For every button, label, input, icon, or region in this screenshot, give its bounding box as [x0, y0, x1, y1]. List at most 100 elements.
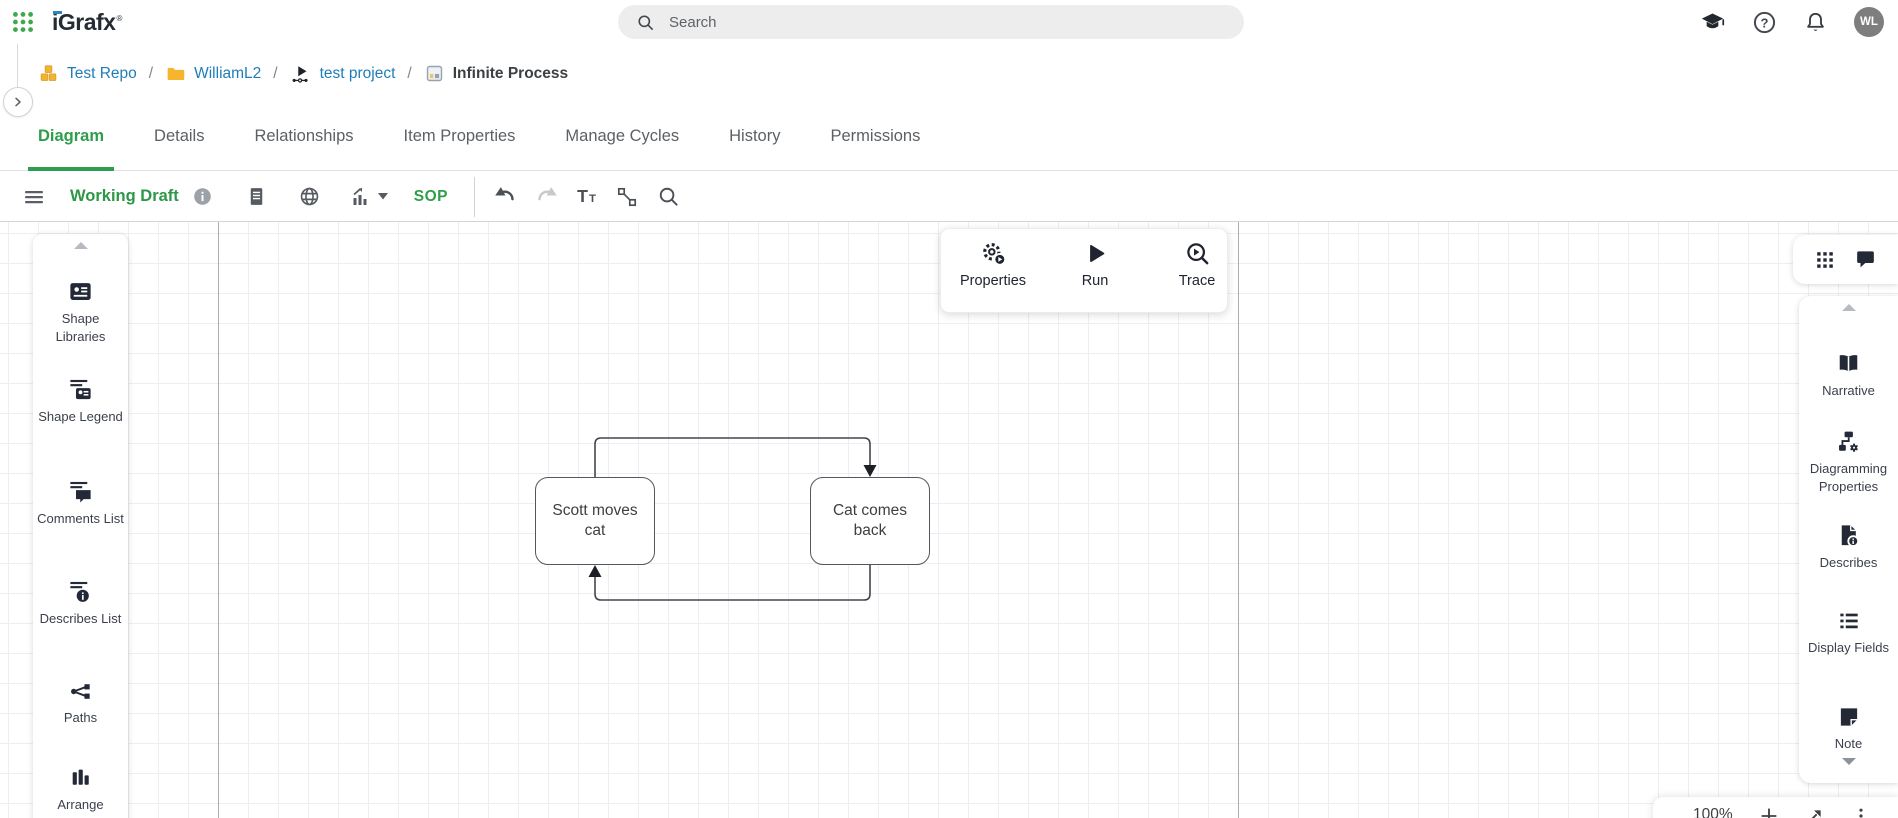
properties-button[interactable]: Properties — [961, 240, 1025, 289]
shape-libraries-button[interactable]: Shape Libraries — [33, 278, 128, 345]
connector-tool-icon[interactable] — [615, 185, 639, 209]
zoom-search-icon[interactable] — [657, 185, 680, 208]
display-fields-button[interactable]: Display Fields — [1799, 608, 1898, 657]
process-icon — [424, 63, 445, 84]
arrange-button[interactable]: Arrange — [33, 766, 128, 814]
tab-permissions[interactable]: Permissions — [830, 103, 920, 171]
search-icon — [636, 13, 655, 32]
arrowhead-into-shape2 — [864, 465, 877, 477]
globe-icon[interactable] — [298, 185, 321, 208]
scroll-up-button[interactable] — [33, 242, 128, 249]
notifications-icon[interactable] — [1803, 10, 1828, 35]
chart-icon[interactable] — [349, 185, 373, 209]
connector-shape2-to-shape1[interactable] — [595, 565, 870, 600]
tab-manage-cycles[interactable]: Manage Cycles — [565, 103, 679, 171]
diagramming-properties-button[interactable]: Diagramming Properties — [1799, 428, 1898, 495]
chat-bubble-icon[interactable] — [1853, 247, 1878, 272]
right-tool-panel: Narrative Diagramming Properties — [1799, 296, 1898, 783]
note-button[interactable]: Note — [1799, 704, 1898, 753]
tab-bar: Diagram Details Relationships Item Prope… — [0, 103, 1898, 171]
triangle-up-icon — [1842, 304, 1856, 311]
svg-text:?: ? — [1761, 15, 1769, 30]
comments-list-button[interactable]: Comments List — [33, 478, 128, 528]
caret-down-icon[interactable] — [378, 193, 388, 200]
trace-icon — [1184, 240, 1211, 267]
diagramming-properties-label: Diagramming Properties — [1799, 460, 1898, 495]
toolbar-divider — [474, 177, 475, 217]
breadcrumb-link-test-repo[interactable]: Test Repo — [67, 65, 137, 83]
redo-icon[interactable] — [534, 184, 559, 209]
user-avatar[interactable]: WL — [1854, 7, 1884, 37]
display-fields-label: Display Fields — [1806, 639, 1891, 657]
display-fields-icon — [1836, 608, 1862, 634]
narrative-button[interactable]: Narrative — [1799, 350, 1898, 400]
igrafx-app: iGrafx® ? WL — [0, 0, 1898, 818]
logo-accent-bar — [53, 11, 62, 15]
narrative-icon — [1835, 350, 1862, 377]
project-icon — [290, 63, 312, 85]
left-tool-panel: Shape Libraries Shape Legend Comments Li… — [33, 234, 128, 818]
tab-diagram[interactable]: Diagram — [38, 103, 104, 171]
shape-cat-comes-back[interactable]: Cat comes back — [810, 477, 930, 565]
more-options-icon[interactable] — [1851, 806, 1871, 818]
registered-mark: ® — [116, 14, 121, 23]
breadcrumb-link-folder[interactable]: WilliamL2 — [194, 65, 261, 83]
svg-text:T: T — [577, 186, 588, 206]
tab-relationships[interactable]: Relationships — [254, 103, 353, 171]
describes-button[interactable]: Describes — [1799, 522, 1898, 572]
arrowhead-into-shape1 — [589, 565, 602, 577]
note-label: Note — [1833, 735, 1864, 753]
describes-list-label: Describes List — [38, 610, 124, 628]
triangle-up-icon — [74, 242, 88, 249]
search-input[interactable] — [667, 13, 1211, 32]
run-label: Run — [1082, 273, 1109, 289]
zoom-control-bar: 100% — [1653, 797, 1898, 818]
sop-button[interactable]: SOP — [414, 188, 448, 206]
zoom-in-icon[interactable] — [1759, 806, 1779, 818]
arrange-icon — [68, 766, 93, 791]
describes-list-button[interactable]: Describes List — [33, 578, 128, 628]
info-icon[interactable] — [192, 186, 213, 207]
global-search[interactable] — [618, 5, 1244, 39]
comments-list-label: Comments List — [35, 510, 126, 528]
expand-nav-panel-button[interactable] — [3, 87, 33, 117]
folder-icon — [165, 63, 186, 84]
help-icon[interactable]: ? — [1752, 10, 1777, 35]
version-selector[interactable]: Working Draft — [70, 187, 179, 206]
trace-label: Trace — [1179, 273, 1216, 289]
waffle-menu-icon[interactable] — [10, 9, 36, 35]
shape-scott-moves-cat[interactable]: Scott moves cat — [535, 477, 655, 565]
scroll-down-button[interactable] — [1799, 758, 1898, 765]
zoom-level[interactable]: 100% — [1693, 806, 1733, 818]
document-icon[interactable] — [245, 185, 268, 208]
topbar-actions: ? WL — [1699, 0, 1898, 44]
breadcrumb-separator: / — [273, 65, 277, 83]
grid-icon[interactable] — [1813, 248, 1837, 272]
connector-shape1-to-shape2[interactable] — [595, 438, 870, 477]
scroll-up-button[interactable] — [1799, 304, 1898, 311]
undo-icon[interactable] — [493, 184, 518, 209]
shape-libraries-icon — [67, 278, 94, 305]
tab-details[interactable]: Details — [154, 103, 204, 171]
breadcrumb-separator: / — [149, 65, 153, 83]
tab-item-properties[interactable]: Item Properties — [404, 103, 516, 171]
note-icon — [1836, 704, 1862, 730]
shape-legend-button[interactable]: Shape Legend — [33, 376, 128, 426]
menu-icon[interactable] — [22, 185, 46, 209]
describes-label: Describes — [1818, 554, 1880, 572]
describes-list-icon — [67, 578, 94, 605]
run-button[interactable]: Run — [1063, 240, 1127, 289]
run-icon — [1082, 240, 1109, 267]
text-format-icon[interactable]: T T — [575, 184, 600, 209]
shape-legend-icon — [67, 376, 94, 403]
fit-screen-icon[interactable] — [1805, 806, 1825, 818]
repository-icon — [38, 63, 59, 84]
academy-icon[interactable] — [1699, 9, 1726, 36]
breadcrumb: Test Repo / WilliamL2 / test project / I… — [38, 44, 568, 103]
trace-button[interactable]: Trace — [1165, 240, 1229, 289]
paths-button[interactable]: Paths — [33, 679, 128, 727]
tab-history[interactable]: History — [729, 103, 780, 171]
breadcrumb-link-project[interactable]: test project — [320, 65, 396, 83]
shape-legend-label: Shape Legend — [36, 408, 125, 426]
svg-text:T: T — [589, 193, 596, 205]
